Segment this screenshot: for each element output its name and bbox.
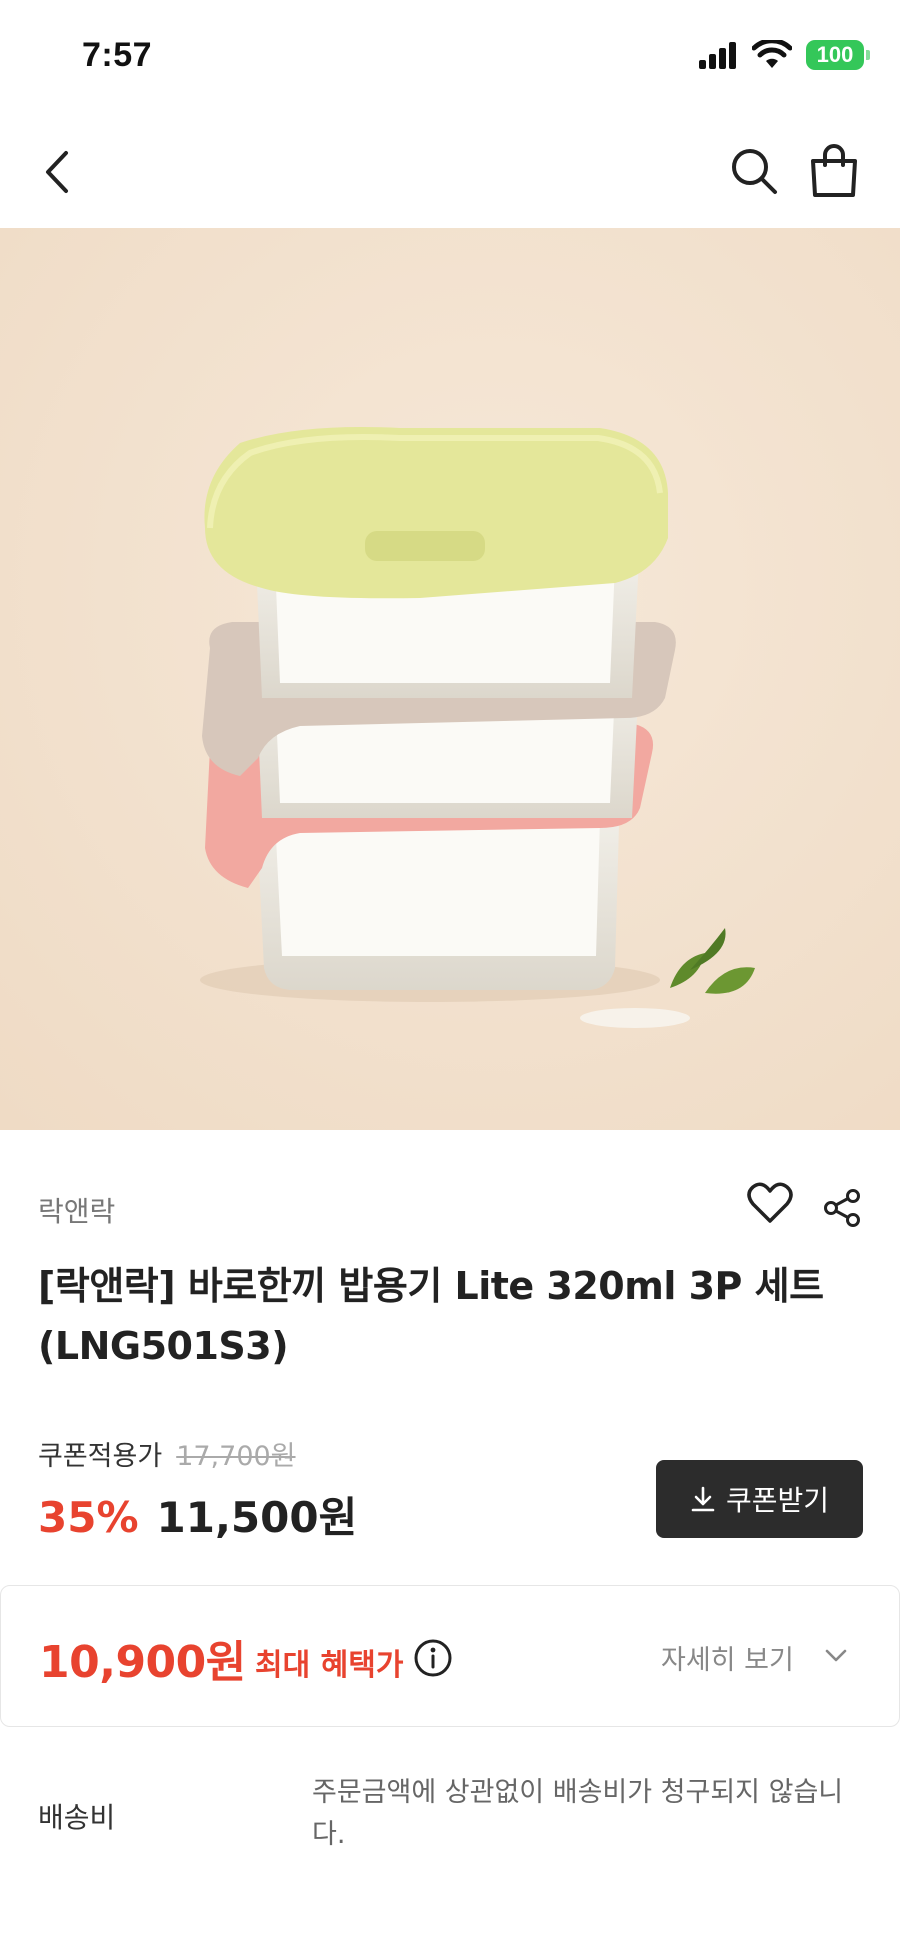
discount-rate: 35% (38, 1493, 139, 1542)
battery-tip (866, 50, 870, 60)
battery-indicator: 100 (806, 40, 870, 70)
chevron-left-icon[interactable] (36, 145, 80, 199)
heart-icon[interactable] (746, 1181, 794, 1225)
max-benefit-label: 최대 혜택가 (255, 1648, 404, 1683)
product-image[interactable]: 1 / 7 (0, 228, 900, 1130)
max-benefit-price: 10,900원 (39, 1637, 246, 1688)
shipping-info: 주문금액에 상관없이 배송비가 청구되지 않습니다. (312, 1777, 844, 1850)
sale-price: 11,500원 (156, 1493, 358, 1542)
view-details-link[interactable]: 자세히 보기 (661, 1638, 794, 1677)
product-photo (0, 228, 900, 1130)
get-coupon-button[interactable]: 쿠폰받기 (656, 1460, 863, 1538)
max-benefit-box[interactable]: 10,900원 최대 혜택가 자세히 보기 (0, 1585, 900, 1727)
status-bar: 7:57 100 (0, 0, 900, 115)
download-icon (691, 1486, 715, 1512)
status-time: 7:57 (82, 36, 153, 74)
battery-level: 100 (816, 42, 854, 67)
brand-name[interactable]: 락앤락 (38, 1190, 115, 1230)
price-row: 35% 11,500원 (38, 1484, 357, 1545)
wifi-icon (752, 40, 792, 68)
info-icon[interactable] (413, 1638, 453, 1678)
coupon-price-row: 쿠폰적용가 17,700원 (38, 1434, 296, 1473)
nav-bar (0, 115, 900, 228)
share-icon[interactable] (822, 1188, 862, 1228)
cellular-signal-icon (699, 42, 736, 69)
shipping-label: 배송비 (38, 1801, 116, 1834)
search-icon[interactable] (728, 145, 780, 197)
coupon-price-label: 쿠폰적용가 (38, 1441, 163, 1472)
chevron-down-icon[interactable] (823, 1646, 849, 1666)
status-icons: 100 (698, 40, 870, 70)
product-title: [락앤락] 바로한끼 밥용기 Lite 320ml 3P 세트 (LNG501S… (38, 1264, 824, 1368)
shopping-bag-icon[interactable] (808, 143, 860, 199)
get-coupon-label: 쿠폰받기 (725, 1484, 830, 1517)
original-price: 17,700원 (176, 1441, 296, 1472)
